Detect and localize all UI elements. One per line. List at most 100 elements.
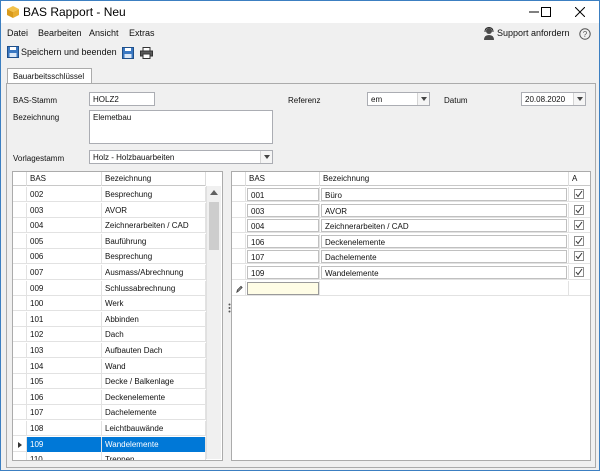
datum-picker[interactable]: 20.08.2020	[521, 92, 586, 106]
bas-input[interactable]: 004	[247, 219, 319, 233]
vorlagestamm-dropdown-button[interactable]	[260, 151, 272, 163]
bas-input[interactable]: 107	[247, 250, 319, 264]
row-indicator	[13, 374, 27, 390]
table-row[interactable]: 009 Schlussabrechnung	[13, 280, 206, 296]
row-indicator	[232, 280, 246, 296]
tab-bauarbeitsschluessel[interactable]: Bauarbeitsschlüssel	[7, 68, 92, 84]
bezeichnung-textarea[interactable]: Elemetbau	[89, 110, 273, 144]
a-checkbox[interactable]	[574, 220, 584, 231]
a-checkbox[interactable]	[574, 267, 584, 277]
cell-bezeichnung: Deckenelemente	[102, 389, 206, 405]
a-checkbox[interactable]	[574, 235, 584, 246]
table-row[interactable]: 105 Decke / Balkenlage	[13, 374, 206, 390]
row-indicator	[13, 280, 27, 296]
menu-extras[interactable]: Extras	[129, 28, 155, 38]
bezeichnung-input[interactable]: Dachelemente	[321, 250, 567, 264]
cell-bezeichnung: Ausmass/Abrechnung	[102, 265, 206, 280]
maximize-button[interactable]	[529, 1, 563, 23]
table-row[interactable]: 103 Aufbauten Dach	[13, 343, 206, 358]
header-bas[interactable]: BAS	[27, 172, 102, 186]
bezeichnung-input[interactable]: AVOR	[321, 203, 567, 217]
menu-bearbeiten[interactable]: Bearbeiten	[38, 28, 82, 38]
menu-datei[interactable]: Datei	[7, 28, 28, 38]
cell-bas: 003	[246, 202, 320, 218]
chevron-down-icon	[421, 97, 427, 101]
table-row[interactable]: 110 Treppen	[13, 452, 206, 460]
table-row[interactable]: 106 Deckenelemente	[232, 233, 590, 249]
cell-bas: 107	[246, 249, 320, 265]
table-row[interactable]: 109 Wandelemente	[13, 436, 206, 452]
menu-ansicht[interactable]: Ansicht	[89, 28, 119, 38]
bezeichnung-input[interactable]: Zeichnerarbeiten / CAD	[321, 219, 567, 233]
bas-stamm-label: BAS-Stamm	[13, 96, 58, 105]
table-row[interactable]: 107 Dachelemente	[232, 249, 590, 265]
table-row[interactable]: 003 AVOR	[13, 202, 206, 218]
a-checkbox[interactable]	[574, 204, 584, 215]
referenz-combo[interactable]: em	[367, 92, 430, 106]
table-row[interactable]: 101 Abbinden	[13, 311, 206, 327]
table-row[interactable]: 007 Ausmass/Abrechnung	[13, 265, 206, 280]
cell-a	[569, 249, 590, 264]
datum-dropdown-button[interactable]	[573, 93, 585, 105]
bezeichnung-input[interactable]: Wandelemente	[321, 266, 567, 279]
vorlagestamm-combo[interactable]: Holz - Holzbauarbeiten	[89, 150, 273, 164]
row-indicator	[232, 202, 246, 218]
bas-input[interactable]: 003	[247, 203, 319, 217]
new-row[interactable]	[232, 280, 590, 296]
new-bas-input[interactable]	[247, 281, 319, 295]
cell-bezeichnung: Schlussabrechnung	[102, 280, 206, 296]
table-row[interactable]: 002 Besprechung	[13, 187, 206, 202]
row-indicator	[13, 405, 27, 421]
cell-bezeichnung: Treppen	[102, 452, 206, 460]
bezeichnung-input[interactable]: Deckenelemente	[321, 234, 567, 248]
header-bas[interactable]: BAS	[246, 172, 320, 186]
checkmark-icon	[575, 190, 583, 198]
bezeichnung-input[interactable]: Büro	[321, 188, 567, 201]
header-a[interactable]: A	[569, 172, 590, 186]
bas-input[interactable]: 001	[247, 188, 319, 201]
table-row[interactable]: 106 Deckenelemente	[13, 389, 206, 405]
table-row[interactable]: 006 Besprechung	[13, 249, 206, 265]
vorlagestamm-value: Holz - Holzbauarbeiten	[93, 153, 175, 162]
save-icon[interactable]	[122, 47, 134, 59]
row-indicator	[13, 343, 27, 358]
table-row[interactable]: 001 Büro	[232, 187, 590, 202]
window-title: BAS Rapport - Neu	[23, 5, 126, 19]
cell-bas: 106	[27, 389, 102, 405]
a-checkbox[interactable]	[574, 189, 584, 199]
chevron-down-icon	[264, 155, 270, 159]
table-row[interactable]: 004 Zeichnerarbeiten / CAD	[232, 218, 590, 234]
cell-bas: 101	[27, 311, 102, 327]
bas-input[interactable]: 109	[247, 266, 319, 279]
cell-bas: 102	[27, 327, 102, 343]
help-icon[interactable]: ?	[579, 28, 591, 40]
row-indicator-header	[13, 172, 27, 186]
close-button[interactable]	[563, 1, 597, 23]
table-row[interactable]: 104 Wand	[13, 358, 206, 374]
header-bezeichnung[interactable]: Bezeichnung	[102, 172, 206, 186]
vertical-scrollbar[interactable]	[206, 186, 221, 459]
row-indicator	[13, 327, 27, 343]
cell-bas: 003	[27, 202, 102, 218]
bas-stamm-input[interactable]: HOLZ2	[89, 92, 155, 106]
table-row[interactable]: 003 AVOR	[232, 202, 590, 218]
cell-bezeichnung: Aufbauten Dach	[102, 343, 206, 358]
datum-label: Datum	[444, 96, 468, 105]
print-icon[interactable]	[140, 47, 153, 59]
table-row[interactable]: 102 Dach	[13, 327, 206, 343]
table-row[interactable]: 004 Zeichnerarbeiten / CAD	[13, 218, 206, 234]
cell-bezeichnung: Bauführung	[102, 233, 206, 249]
a-checkbox[interactable]	[574, 251, 584, 262]
table-row[interactable]: 005 Bauführung	[13, 233, 206, 249]
table-row[interactable]: 108 Leichtbauwände	[13, 421, 206, 436]
referenz-dropdown-button[interactable]	[417, 93, 429, 105]
scrollbar-thumb[interactable]	[209, 202, 219, 250]
table-row[interactable]: 109 Wandelemente	[232, 265, 590, 280]
header-bezeichnung[interactable]: Bezeichnung	[320, 172, 569, 186]
table-row[interactable]: 100 Werk	[13, 296, 206, 312]
bas-input[interactable]: 106	[247, 234, 319, 248]
cell-bezeichnung: Wandelemente	[320, 265, 569, 280]
maximize-icon	[541, 7, 551, 17]
table-row[interactable]: 107 Dachelemente	[13, 405, 206, 421]
cell-bezeichnung: Decke / Balkenlage	[102, 374, 206, 390]
